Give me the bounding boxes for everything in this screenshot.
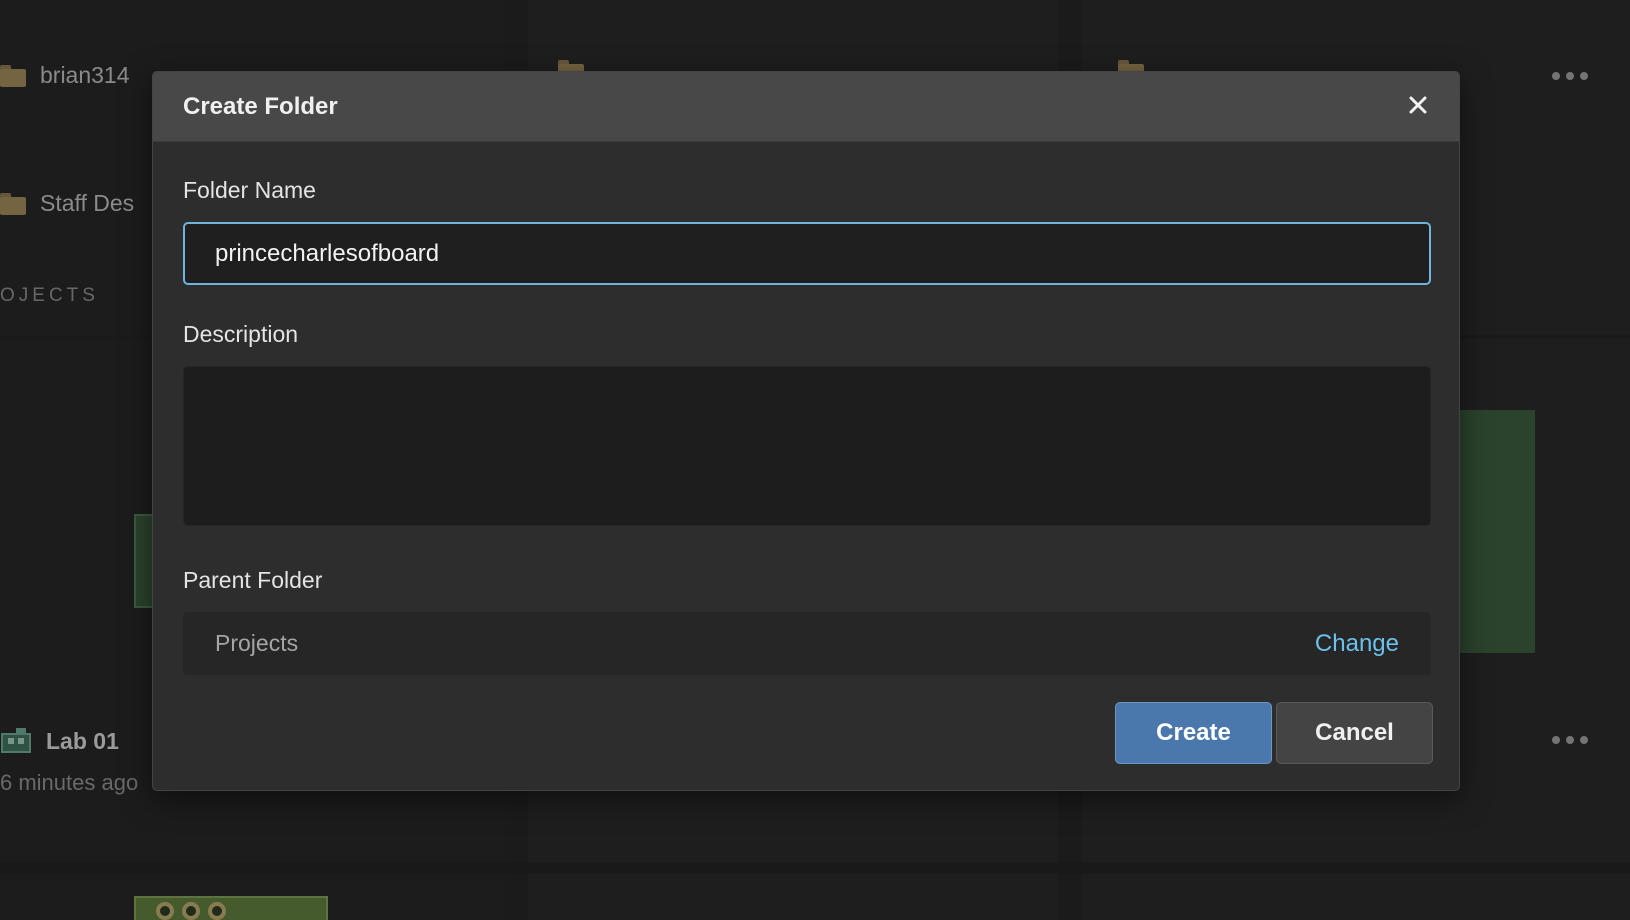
create-button[interactable]: Create bbox=[1115, 702, 1272, 764]
create-folder-dialog: Create Folder Folder Name Description Pa… bbox=[152, 71, 1460, 791]
parent-folder-value: Projects bbox=[215, 630, 299, 656]
folder-name-label: Folder Name bbox=[183, 177, 316, 203]
folder-name-input[interactable] bbox=[183, 222, 1431, 285]
change-parent-link[interactable]: Change bbox=[1315, 630, 1399, 658]
dialog-header: Create Folder bbox=[153, 72, 1459, 142]
parent-folder-label: Parent Folder bbox=[183, 567, 323, 593]
description-label: Description bbox=[183, 321, 299, 347]
close-icon[interactable] bbox=[1403, 90, 1433, 120]
parent-folder-field: Projects Change bbox=[183, 612, 1431, 675]
description-textarea[interactable] bbox=[183, 366, 1431, 526]
dialog-actions: Create Cancel bbox=[1115, 702, 1433, 764]
dialog-title: Create Folder bbox=[183, 92, 338, 120]
dialog-body: Folder Name Description Parent Folder Pr… bbox=[153, 177, 1459, 675]
cancel-button[interactable]: Cancel bbox=[1276, 702, 1433, 764]
